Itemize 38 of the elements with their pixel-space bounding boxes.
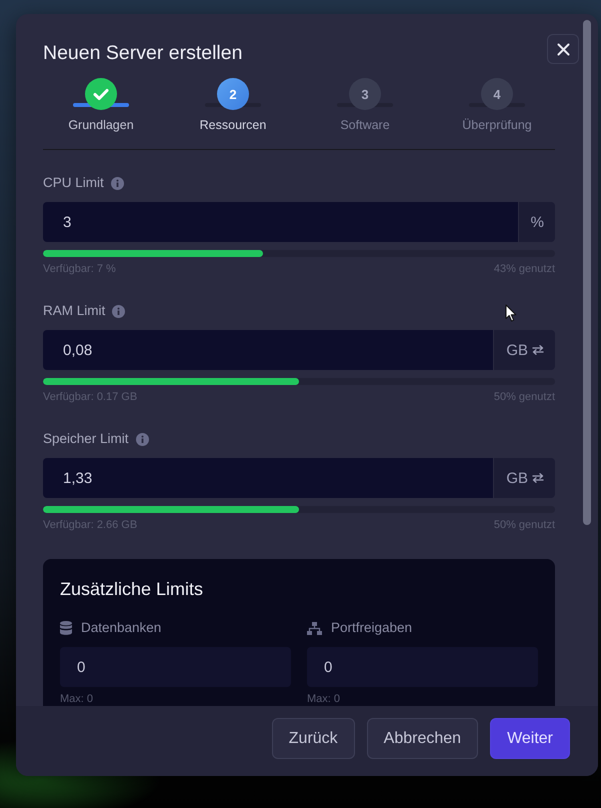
- secondary-button[interactable]: Zurück: [272, 718, 355, 759]
- info-icon[interactable]: [136, 432, 149, 446]
- next-button[interactable]: Weiter: [490, 718, 570, 759]
- max-text: Max: 0: [60, 693, 94, 706]
- step-label: Software: [340, 118, 390, 133]
- limit-input[interactable]: 0,08: [43, 330, 494, 370]
- mouse-pointer-icon: [505, 304, 517, 322]
- close-icon: [556, 42, 570, 56]
- info-icon[interactable]: [112, 304, 126, 318]
- database-icon: [60, 621, 72, 635]
- network-icon: [307, 622, 322, 634]
- limit-label: RAM Limit: [43, 303, 106, 319]
- limit-input[interactable]: 3: [43, 202, 518, 242]
- limit-label: Portfreigaben: [331, 620, 412, 636]
- number-input[interactable]: 0: [60, 647, 291, 687]
- step-label: Überprüfung: [462, 118, 532, 133]
- limit-label: CPU Limit: [43, 175, 104, 191]
- unit-label: %: [518, 202, 555, 242]
- info-icon[interactable]: [110, 176, 124, 190]
- number-input[interactable]: 0: [307, 647, 538, 687]
- secondary-button[interactable]: Abbrechen: [366, 718, 478, 759]
- card-title: Zusätzliche Limits: [60, 578, 204, 600]
- swap-arrows-icon: [532, 473, 544, 483]
- step-label: Ressourcen: [200, 118, 266, 133]
- check-circle-icon[interactable]: [85, 78, 117, 110]
- limit-label: Datenbanken: [81, 620, 162, 636]
- unit-toggle-button[interactable]: GB: [493, 458, 555, 498]
- scrollbar-thumb[interactable]: [583, 20, 591, 525]
- step-label: Grundlagen: [68, 118, 134, 133]
- unit-toggle-button[interactable]: GB: [493, 330, 555, 370]
- step-number[interactable]: 4: [481, 78, 513, 110]
- close-button[interactable]: [547, 34, 579, 64]
- max-text: Max: 0: [307, 693, 340, 706]
- limit-input[interactable]: 1,33: [43, 458, 494, 498]
- swap-arrows-icon: [532, 345, 544, 355]
- limit-label: Speicher Limit: [43, 431, 129, 447]
- dialog-title: Neuen Server erstellen: [43, 41, 242, 65]
- step-number[interactable]: 3: [349, 78, 381, 110]
